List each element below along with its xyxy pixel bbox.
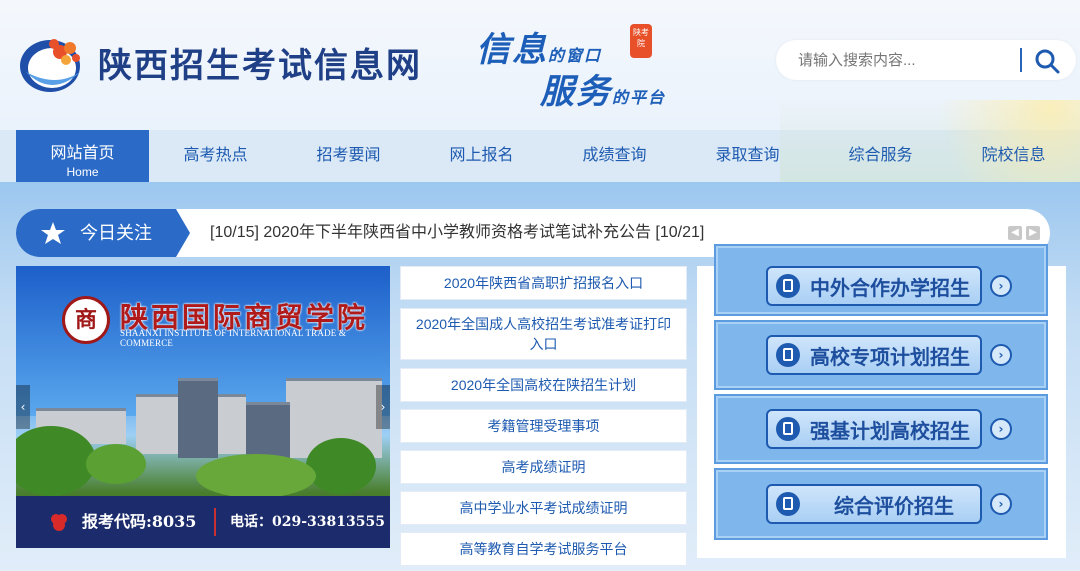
arrow-right-icon[interactable]: › — [990, 344, 1012, 366]
card-button[interactable]: 强基计划高校招生 — [766, 409, 982, 449]
school-name-en: SHAANXI INSTITUTE OF INTERNATIONAL TRADE… — [120, 328, 347, 348]
link-academic-level-certificate[interactable]: 高中学业水平考试成绩证明 — [400, 491, 687, 525]
divider — [214, 508, 216, 536]
banner-footer: 报考代码:8035 电话：029-33813555 — [16, 496, 390, 548]
nav-item-score-query[interactable]: 成绩查询 — [548, 130, 681, 182]
search-icon[interactable] — [1032, 46, 1062, 76]
link-gaokao-certificate[interactable]: 高考成绩证明 — [400, 450, 687, 484]
slogan: 信息的窗口 陕考院 服务的平台 — [470, 16, 690, 112]
link-enrollment-plan[interactable]: 2020年全国高校在陕招生计划 — [400, 368, 687, 402]
slogan-line-2: 服务的平台 — [540, 72, 667, 112]
star-icon — [41, 222, 65, 244]
card-label: 强基计划高校招生 — [810, 419, 970, 443]
school-logo-icon — [51, 514, 67, 531]
document-icon — [776, 343, 800, 367]
arrow-right-icon[interactable]: › — [990, 418, 1012, 440]
nav-item-online-registration[interactable]: 网上报名 — [415, 130, 548, 182]
card-special-plan[interactable]: 高校专项计划招生 › — [714, 320, 1048, 390]
tree — [306, 438, 376, 494]
today-focus-label: 今日关注 — [16, 209, 190, 257]
link-gaozhi-expansion[interactable]: 2020年陕西省高职扩招报名入口 — [400, 266, 687, 300]
tree — [16, 426, 96, 496]
card-strong-base[interactable]: 强基计划高校招生 › — [714, 394, 1048, 464]
card-label: 中外合作办学招生 — [810, 276, 970, 300]
site-title[interactable]: 陕西招生考试信息网 — [98, 38, 422, 87]
nav-item-news[interactable]: 招考要闻 — [282, 130, 415, 182]
link-student-status[interactable]: 考籍管理受理事项 — [400, 409, 687, 443]
building — [178, 378, 218, 458]
special-enrollment-panel: 中外合作办学招生 › 高校专项计划招生 › 强基计划高校招生 › 综合评价招生 … — [697, 244, 1066, 558]
link-adult-exam-ticket[interactable]: 2020年全国成人高校招生考试准考证打印入口 — [400, 308, 687, 360]
admission-code: 报考代码:8035 — [82, 512, 197, 531]
banner-prev-button[interactable]: ‹ — [16, 385, 30, 429]
chevron-right-icon[interactable]: ▶ — [1026, 226, 1040, 240]
shaanxi-exam-logo-icon[interactable] — [16, 28, 88, 96]
contact-phone: 电话：029-33813555 — [230, 514, 385, 530]
search-divider — [1020, 48, 1022, 72]
building — [246, 402, 290, 458]
banner-next-button[interactable]: › — [376, 385, 390, 429]
card-button[interactable]: 中外合作办学招生 — [766, 266, 982, 306]
nav-item-home[interactable]: 网站首页 Home — [16, 130, 149, 182]
nav-item-gaokao-hot[interactable]: 高考热点 — [149, 130, 282, 182]
card-sino-foreign[interactable]: 中外合作办学招生 › — [714, 244, 1048, 316]
arrow-right-icon[interactable]: › — [990, 275, 1012, 297]
arrow-right-icon[interactable]: › — [990, 493, 1012, 515]
nav-item-services[interactable]: 综合服务 — [814, 130, 947, 182]
search-box — [776, 40, 1076, 80]
chevron-left-icon[interactable]: ◀ — [1008, 226, 1022, 240]
tree — [196, 454, 316, 498]
main-nav: 网站首页 Home 高考热点 招考要闻 网上报名 成绩查询 录取查询 综合服务 … — [0, 130, 1080, 182]
document-icon — [776, 274, 800, 298]
card-button[interactable]: 高校专项计划招生 — [766, 335, 982, 375]
card-label: 综合评价招生 — [834, 494, 954, 518]
card-label: 高校专项计划招生 — [810, 345, 970, 369]
search-input[interactable] — [798, 48, 1018, 72]
link-self-study-platform[interactable]: 高等教育自学考试服务平台 — [400, 532, 687, 566]
today-label-text: 今日关注 — [80, 223, 152, 243]
card-comprehensive-evaluation[interactable]: 综合评价招生 › — [714, 468, 1048, 540]
nav-item-colleges[interactable]: 院校信息 — [947, 130, 1080, 182]
tree — [86, 444, 146, 484]
seal-stamp: 陕考院 — [630, 24, 652, 58]
nav-item-sublabel: Home — [66, 165, 99, 179]
document-icon — [776, 492, 800, 516]
today-headline-link[interactable]: [10/15] 2020年下半年陕西省中小学教师资格考试笔试补充公告 [10/2… — [210, 209, 704, 257]
card-button[interactable]: 综合评价招生 — [766, 484, 982, 524]
school-emblem-icon: 商 — [62, 296, 110, 344]
document-icon — [776, 417, 800, 441]
nav-item-label: 网站首页 — [50, 145, 115, 162]
nav-item-admission-query[interactable]: 录取查询 — [681, 130, 814, 182]
